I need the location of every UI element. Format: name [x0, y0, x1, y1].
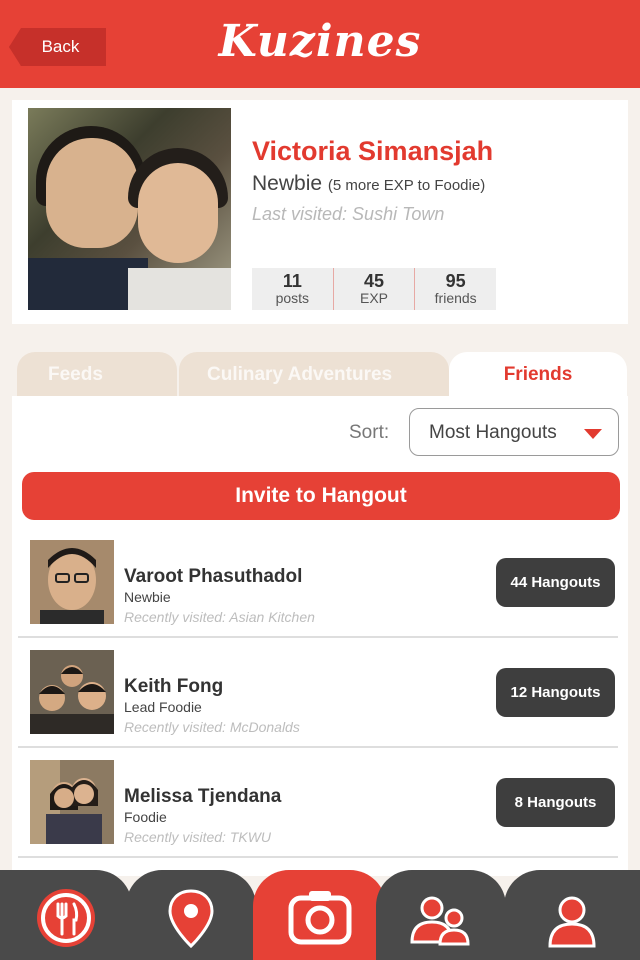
- nav-tab-friends[interactable]: [376, 870, 506, 960]
- list-item[interactable]: Melissa Tjendana Foodie Recently visited…: [18, 748, 618, 858]
- app-logo: Kuzines: [218, 16, 422, 67]
- friend-rank: Foodie: [124, 809, 167, 825]
- stat-value: 95: [445, 271, 466, 291]
- fork-knife-icon: [37, 889, 95, 947]
- invite-to-hangout-button[interactable]: Invite to Hangout: [22, 472, 620, 520]
- profile-photo: [28, 108, 231, 310]
- friends-icon: [410, 896, 470, 946]
- tab-culinary-adventures[interactable]: Culinary Adventures: [179, 352, 449, 397]
- list-item[interactable]: Varoot Phasuthadol Newbie Recently visit…: [18, 528, 618, 638]
- level-note: (5 more EXP to Foodie): [327, 177, 486, 194]
- tab-feeds[interactable]: Feeds: [17, 352, 177, 397]
- stat-label: posts: [275, 290, 310, 306]
- nav-tab-places[interactable]: [126, 870, 256, 960]
- nav-tab-restaurants[interactable]: [0, 870, 132, 960]
- profile-tabs: Feeds Culinary Adventures Friends: [17, 352, 627, 397]
- user-icon: [548, 896, 596, 948]
- hangouts-button[interactable]: 12 Hangouts: [496, 668, 615, 717]
- friend-name: Varoot Phasuthadol: [124, 566, 303, 587]
- stat-posts[interactable]: 11 posts: [252, 268, 334, 310]
- friend-rank: Newbie: [124, 589, 171, 605]
- friend-name: Melissa Tjendana: [124, 786, 282, 807]
- friend-recently-visited: Recently visited: TKWU: [124, 829, 272, 845]
- hangouts-button[interactable]: 44 Hangouts: [496, 558, 615, 607]
- stat-label: friends: [434, 290, 477, 306]
- avatar: [30, 650, 114, 734]
- stat-label: EXP: [360, 290, 389, 306]
- stat-friends[interactable]: 95 friends: [415, 268, 496, 310]
- level-label: Newbie: [252, 172, 323, 195]
- stat-value: 11: [282, 271, 302, 291]
- chevron-down-icon: [584, 429, 602, 439]
- profile-level: Newbie (5 more EXP to Foodie): [252, 172, 485, 196]
- profile-card: Victoria Simansjah Newbie (5 more EXP to…: [12, 100, 628, 324]
- avatar: [30, 540, 114, 624]
- list-item[interactable]: Keith Fong Lead Foodie Recently visited:…: [18, 638, 618, 748]
- tab-friends[interactable]: Friends: [449, 352, 627, 397]
- last-visited: Last visited: Sushi Town: [252, 204, 445, 224]
- camera-icon: [288, 891, 351, 945]
- friend-recently-visited: Recently visited: McDonalds: [124, 719, 300, 735]
- map-pin-icon: [168, 889, 214, 948]
- app-header: Back Kuzines: [0, 0, 640, 88]
- friend-rank: Lead Foodie: [124, 699, 202, 715]
- stat-value: 45: [363, 271, 385, 291]
- profile-name: Victoria Simansjah: [252, 136, 494, 166]
- nav-tab-profile[interactable]: [504, 870, 640, 960]
- sort-dropdown[interactable]: Most Hangouts: [409, 408, 619, 456]
- avatar: [30, 760, 114, 844]
- nav-tab-camera[interactable]: [253, 870, 386, 960]
- sort-selected-value: Most Hangouts: [429, 422, 557, 443]
- stat-exp[interactable]: 45 EXP: [334, 268, 416, 310]
- friend-name: Keith Fong: [124, 676, 224, 697]
- sort-label: Sort:: [349, 422, 390, 443]
- profile-stats: 11 posts 45 EXP 95 friends: [252, 268, 496, 310]
- friend-recently-visited: Recently visited: Asian Kitchen: [124, 609, 315, 625]
- bottom-nav: [0, 866, 640, 960]
- hangouts-button[interactable]: 8 Hangouts: [496, 778, 615, 827]
